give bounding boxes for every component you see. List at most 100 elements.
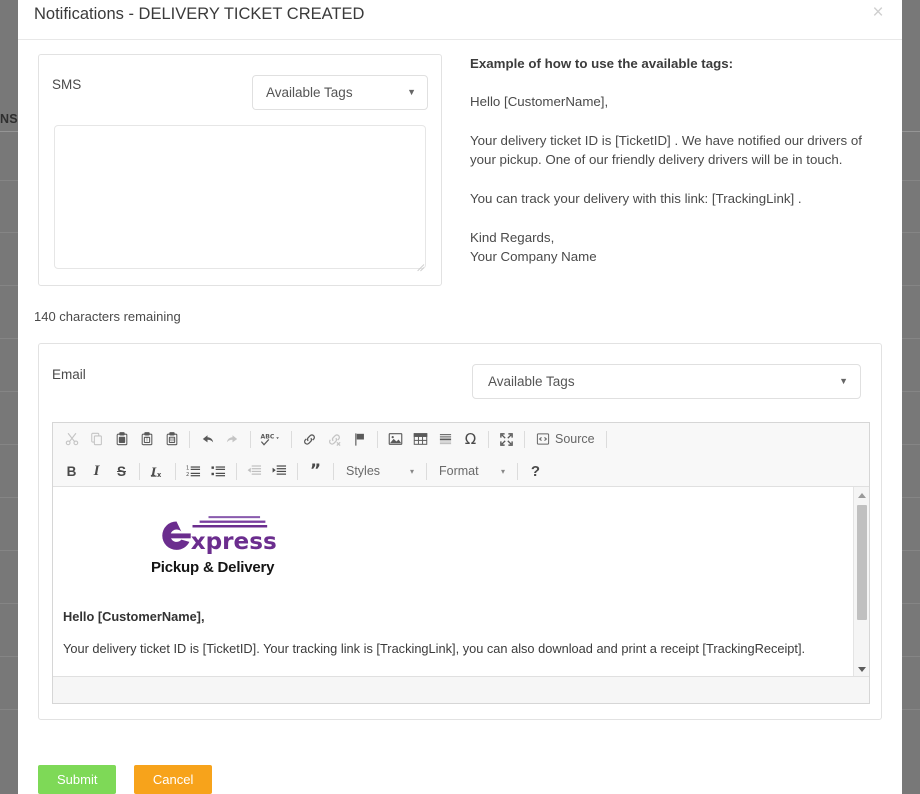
special-character-icon[interactable]: Ω: [458, 427, 483, 451]
numbered-list-icon[interactable]: 1 2: [181, 459, 206, 483]
toolbar-separator: [377, 431, 378, 448]
help-glyph: ?: [531, 463, 540, 480]
format-dropdown[interactable]: Format ▾: [432, 459, 512, 483]
source-button-label: Source: [555, 432, 595, 446]
logo-subtitle: Pickup & Delivery: [151, 559, 274, 576]
toolbar-separator: [297, 463, 298, 480]
toolbar-separator: [524, 431, 525, 448]
editor-document[interactable]: xpress Pickup & Delivery Hello [Customer…: [53, 487, 855, 677]
spellcheck-icon[interactable]: ABC: [256, 427, 286, 451]
sms-available-tags-value: Available Tags: [266, 85, 353, 100]
strikethrough-icon[interactable]: S: [109, 459, 134, 483]
chevron-down-icon: ▾: [410, 467, 414, 476]
modal-body: SMS Available Tags ▼ 140 characters rema…: [18, 40, 902, 794]
toolbar-separator: [606, 431, 607, 448]
toolbar-separator: [517, 463, 518, 480]
blockquote-icon[interactable]: ”: [303, 459, 328, 483]
toolbar-separator: [426, 463, 427, 480]
horizontal-rule-icon[interactable]: [433, 427, 458, 451]
bold-icon[interactable]: B: [59, 459, 84, 483]
example-tags-panel: Example of how to use the available tags…: [470, 56, 884, 266]
toolbar-separator: [139, 463, 140, 480]
bulleted-list-icon[interactable]: [206, 459, 231, 483]
sms-label: SMS: [52, 77, 81, 92]
email-greeting: Hello [CustomerName],: [63, 609, 205, 624]
example-company-line: Your Company Name: [470, 247, 884, 266]
indent-icon[interactable]: [267, 459, 292, 483]
table-icon[interactable]: [408, 427, 433, 451]
svg-text:1: 1: [186, 466, 189, 472]
characters-remaining-label: 140 characters remaining: [34, 309, 181, 324]
close-icon[interactable]: ×: [867, 2, 889, 24]
maximize-icon[interactable]: [494, 427, 519, 451]
scroll-up-icon[interactable]: [854, 487, 869, 503]
about-help-icon[interactable]: ?: [523, 459, 548, 483]
editor-scrollbar[interactable]: [853, 487, 869, 677]
undo-icon[interactable]: [195, 427, 220, 451]
svg-text:x: x: [157, 471, 162, 479]
paste-icon[interactable]: [109, 427, 134, 451]
email-available-tags-value: Available Tags: [488, 374, 575, 389]
svg-text:2: 2: [186, 472, 189, 478]
page-title: Notifications - DELIVERY TICKET CREATED: [34, 5, 364, 24]
email-body-line: Your delivery ticket ID is [TicketID]. Y…: [63, 641, 805, 656]
company-logo: xpress Pickup & Delivery: [149, 509, 284, 581]
outdent-icon[interactable]: [242, 459, 267, 483]
editor-toolbar: T W: [53, 423, 869, 487]
chevron-down-icon: ▼: [407, 87, 416, 97]
example-paragraph: Your delivery ticket ID is [TicketID] . …: [470, 131, 884, 169]
toolbar-separator: [488, 431, 489, 448]
example-paragraph: Hello [CustomerName],: [470, 92, 884, 111]
sms-message-input[interactable]: [54, 125, 426, 269]
toolbar-separator: [175, 463, 176, 480]
chevron-down-icon: ▾: [501, 467, 505, 476]
sms-panel: SMS Available Tags ▼: [38, 54, 442, 286]
modal-actions: Submit Cancel: [38, 765, 212, 794]
remove-format-icon[interactable]: I x: [145, 459, 170, 483]
paste-as-plain-text-icon[interactable]: T: [134, 427, 159, 451]
anchor-flag-icon[interactable]: [347, 427, 372, 451]
italic-icon[interactable]: I: [84, 459, 109, 483]
email-label: Email: [52, 367, 86, 382]
format-dropdown-label: Format: [439, 464, 479, 478]
example-signoff-line: Kind Regards,: [470, 228, 884, 247]
toolbar-separator: [333, 463, 334, 480]
express-logo-mark: xpress: [149, 509, 284, 557]
bold-glyph: B: [67, 464, 77, 479]
svg-text:ABC: ABC: [261, 434, 275, 441]
toolbar-separator: [250, 431, 251, 448]
editor-toolbar-row-1: T W: [59, 423, 612, 455]
toolbar-separator: [189, 431, 190, 448]
chevron-down-icon: ▼: [839, 376, 848, 386]
italic-glyph: I: [94, 463, 100, 480]
rich-text-editor: T W: [52, 422, 870, 704]
sms-available-tags-dropdown[interactable]: Available Tags ▼: [252, 75, 428, 110]
cancel-button[interactable]: Cancel: [134, 765, 212, 794]
editor-toolbar-row-2: B I S I x: [59, 455, 548, 487]
link-icon[interactable]: [297, 427, 322, 451]
cut-icon[interactable]: [59, 427, 84, 451]
submit-button[interactable]: Submit: [38, 765, 116, 794]
paste-from-word-icon[interactable]: W: [159, 427, 184, 451]
modal-header: Notifications - DELIVERY TICKET CREATED …: [18, 0, 902, 40]
copy-icon[interactable]: [84, 427, 109, 451]
example-heading: Example of how to use the available tags…: [470, 56, 884, 71]
example-paragraph: You can track your delivery with this li…: [470, 189, 884, 208]
svg-text:xpress: xpress: [191, 529, 277, 555]
styles-dropdown[interactable]: Styles ▾: [339, 459, 421, 483]
redo-icon[interactable]: [220, 427, 245, 451]
email-available-tags-dropdown[interactable]: Available Tags ▼: [472, 364, 861, 399]
editor-content-area[interactable]: xpress Pickup & Delivery Hello [Customer…: [53, 487, 869, 677]
styles-dropdown-label: Styles: [346, 464, 380, 478]
editor-footer-bar: [53, 677, 869, 703]
strikethrough-glyph: S: [117, 464, 126, 479]
source-button[interactable]: Source: [530, 427, 601, 451]
svg-text:W: W: [169, 438, 174, 444]
scroll-down-icon[interactable]: [854, 661, 869, 677]
email-panel: Email Available Tags ▼: [38, 343, 882, 720]
scrollbar-thumb[interactable]: [857, 505, 867, 620]
image-icon[interactable]: [383, 427, 408, 451]
unlink-icon[interactable]: [322, 427, 347, 451]
source-code-icon: [536, 432, 550, 446]
toolbar-separator: [291, 431, 292, 448]
